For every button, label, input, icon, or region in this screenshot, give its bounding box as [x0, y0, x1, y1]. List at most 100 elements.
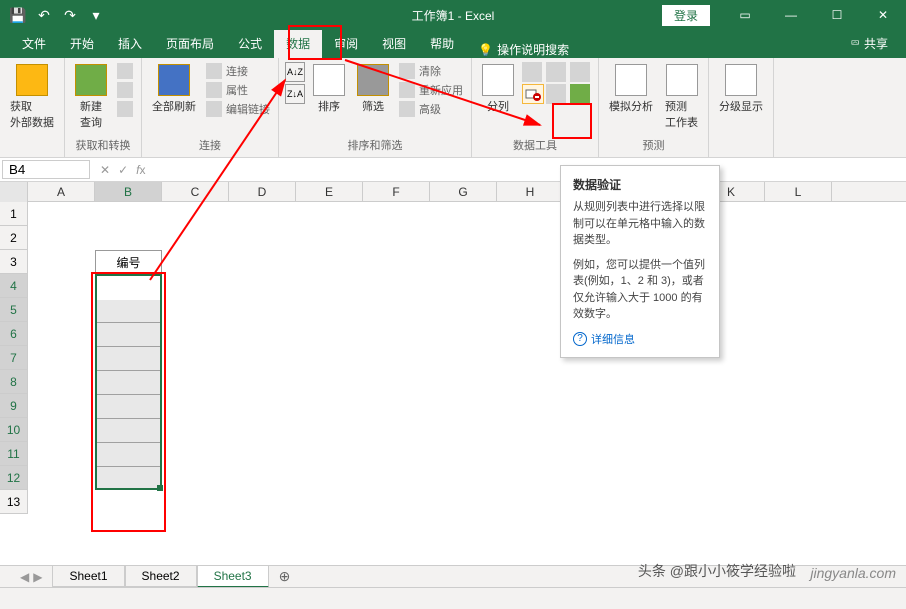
fill-handle[interactable]: [157, 485, 163, 491]
col-header-f[interactable]: F: [363, 182, 430, 201]
new-query-button[interactable]: 新建 查询: [71, 62, 111, 132]
row-header-1[interactable]: 1: [0, 202, 28, 226]
row-header-12[interactable]: 12: [0, 466, 28, 490]
row-header-11[interactable]: 11: [0, 442, 28, 466]
whatif-label: 模拟分析: [609, 98, 653, 114]
filter-button[interactable]: 筛选: [353, 62, 393, 116]
tab-home[interactable]: 开始: [58, 29, 106, 58]
outline-button[interactable]: 分级显示: [715, 62, 767, 116]
group-data-tools-label: 数据工具: [478, 135, 592, 155]
undo-icon[interactable]: ↶: [32, 3, 56, 27]
row-header-9[interactable]: 9: [0, 394, 28, 418]
maximize-icon[interactable]: ☐: [814, 0, 860, 30]
forecast-sheet-button[interactable]: 预测 工作表: [661, 62, 702, 132]
data-model-button[interactable]: [570, 84, 590, 104]
sheet-tab-3[interactable]: Sheet3: [197, 566, 269, 588]
col-header-g[interactable]: G: [430, 182, 497, 201]
tab-insert[interactable]: 插入: [106, 29, 154, 58]
tab-layout[interactable]: 页面布局: [154, 29, 226, 58]
help-icon: ?: [573, 332, 587, 346]
row-header-5[interactable]: 5: [0, 298, 28, 322]
refresh-all-button[interactable]: 全部刷新: [148, 62, 200, 116]
row-header-13[interactable]: 13: [0, 490, 28, 514]
tab-review[interactable]: 审阅: [322, 29, 370, 58]
relationships-button[interactable]: [546, 84, 566, 104]
tooltip-more-link[interactable]: ? 详细信息: [573, 331, 707, 347]
tab-data[interactable]: 数据: [274, 29, 322, 58]
tab-file[interactable]: 文件: [10, 29, 58, 58]
tab-help[interactable]: 帮助: [418, 29, 466, 58]
sheet-tab-1[interactable]: Sheet1: [52, 566, 124, 587]
row-header-6[interactable]: 6: [0, 322, 28, 346]
row-header-10[interactable]: 10: [0, 418, 28, 442]
row-header-8[interactable]: 8: [0, 370, 28, 394]
tab-formulas[interactable]: 公式: [226, 29, 274, 58]
consolidate-button[interactable]: [570, 62, 590, 82]
show-queries-button[interactable]: [115, 62, 135, 80]
name-box[interactable]: [2, 160, 90, 179]
col-header-l[interactable]: L: [765, 182, 832, 201]
properties-button[interactable]: 属性: [204, 81, 272, 99]
reapply-button[interactable]: 重新应用: [397, 81, 465, 99]
window-title: 工作簿1 - Excel: [412, 7, 495, 24]
row-header-3[interactable]: 3: [0, 250, 28, 274]
save-icon[interactable]: 💾: [6, 3, 30, 27]
clear-filter-button[interactable]: 清除: [397, 62, 465, 80]
share-button[interactable]: ⮹ 共享: [844, 29, 894, 58]
row-header-7[interactable]: 7: [0, 346, 28, 370]
remove-dup-button[interactable]: [546, 62, 566, 82]
fx-icon[interactable]: fx: [136, 163, 145, 177]
cell-b3[interactable]: 编号: [95, 254, 162, 271]
table-icon: [117, 63, 133, 79]
forecast-label: 预测 工作表: [665, 98, 698, 130]
tooltip-more-label: 详细信息: [591, 331, 635, 347]
row-header-4[interactable]: 4: [0, 274, 28, 298]
formula-input[interactable]: [153, 158, 906, 181]
recent-sources-button[interactable]: [115, 100, 135, 118]
from-table-button[interactable]: [115, 81, 135, 99]
group-forecast-label: 预测: [605, 135, 702, 155]
col-header-c[interactable]: C: [162, 182, 229, 201]
col-header-d[interactable]: D: [229, 182, 296, 201]
row-header-2[interactable]: 2: [0, 226, 28, 250]
flash-fill-button[interactable]: [522, 62, 542, 82]
col-header-b[interactable]: B: [95, 182, 162, 201]
qat-dropdown-icon[interactable]: ▾: [84, 3, 108, 27]
text-to-columns-button[interactable]: 分列: [478, 62, 518, 116]
column-headers: A B C D E F G H I J K L: [0, 182, 906, 202]
tab-view[interactable]: 视图: [370, 29, 418, 58]
ribbon-options-icon[interactable]: ▭: [722, 0, 768, 30]
get-external-data-button[interactable]: 获取 外部数据: [6, 62, 58, 132]
col-header-a[interactable]: A: [28, 182, 95, 201]
minimize-icon[interactable]: —: [768, 0, 814, 30]
tell-me[interactable]: 💡 操作说明搜索: [466, 41, 581, 58]
sort-asc-button[interactable]: A↓Z: [285, 62, 305, 82]
columns-icon: [482, 64, 514, 96]
group-data-tools: 分列 数据工具: [472, 58, 599, 157]
data-validation-button[interactable]: [522, 84, 544, 104]
col-header-e[interactable]: E: [296, 182, 363, 201]
group-connections-label: 连接: [148, 135, 272, 155]
tooltip-desc-1: 从规则列表中进行选择以限制可以在单元格中输入的数据类型。: [573, 199, 707, 249]
login-button[interactable]: 登录: [662, 5, 710, 26]
props-icon: [206, 82, 222, 98]
sort-desc-button[interactable]: Z↓A: [285, 84, 305, 104]
accept-formula-icon[interactable]: ✓: [118, 163, 128, 177]
group-get-transform-label: 获取和转换: [71, 135, 135, 155]
add-sheet-button[interactable]: ⊕: [269, 568, 301, 585]
sheet-nav-prev-icon[interactable]: ◀: [20, 570, 29, 584]
title-bar: 💾 ↶ ↷ ▾ 工作簿1 - Excel 登录 ▭ — ☐ ✕: [0, 0, 906, 30]
whatif-button[interactable]: 模拟分析: [605, 62, 657, 116]
redo-icon[interactable]: ↷: [58, 3, 82, 27]
select-all-corner[interactable]: [0, 182, 28, 202]
sheet-nav-next-icon[interactable]: ▶: [33, 570, 42, 584]
sheet-tab-2[interactable]: Sheet2: [125, 566, 197, 587]
edit-links-button[interactable]: 编辑链接: [204, 100, 272, 118]
close-icon[interactable]: ✕: [860, 0, 906, 30]
advanced-button[interactable]: 高级: [397, 100, 465, 118]
cancel-formula-icon[interactable]: ✕: [100, 163, 110, 177]
sort-button[interactable]: 排序: [309, 62, 349, 116]
grid-area: A B C D E F G H I J K L 1 2 3 4 5 6 7 8 …: [0, 182, 906, 572]
connections-button[interactable]: 连接: [204, 62, 272, 80]
col-header-h[interactable]: H: [497, 182, 564, 201]
